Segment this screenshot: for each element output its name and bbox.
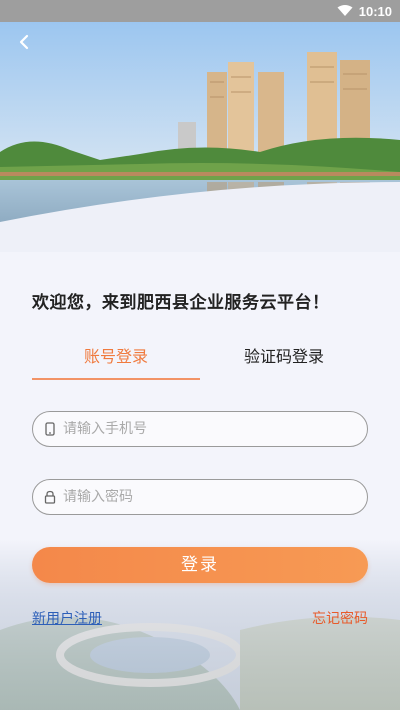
hero-image bbox=[0, 22, 400, 252]
status-bar: 10:10 bbox=[0, 0, 400, 22]
phone-icon bbox=[43, 422, 57, 436]
register-link[interactable]: 新用户注册 bbox=[32, 608, 102, 628]
password-input[interactable] bbox=[63, 489, 343, 505]
lock-icon bbox=[43, 490, 57, 504]
tab-account-login[interactable]: 账号登录 bbox=[32, 340, 200, 380]
password-field[interactable] bbox=[32, 479, 368, 515]
wifi-icon bbox=[337, 5, 353, 16]
tab-code-login[interactable]: 验证码登录 bbox=[200, 340, 368, 378]
status-time: 10:10 bbox=[358, 3, 392, 19]
login-button[interactable]: 登录 bbox=[32, 547, 368, 583]
back-button[interactable] bbox=[10, 28, 38, 56]
chevron-left-icon bbox=[19, 34, 29, 50]
login-tabs: 账号登录 验证码登录 bbox=[32, 340, 368, 380]
welcome-text: 欢迎您，来到肥西县企业服务云平台！ bbox=[32, 293, 330, 313]
forgot-password-link[interactable]: 忘记密码 bbox=[312, 608, 368, 628]
phone-input[interactable] bbox=[63, 421, 343, 437]
phone-field[interactable] bbox=[32, 411, 368, 447]
